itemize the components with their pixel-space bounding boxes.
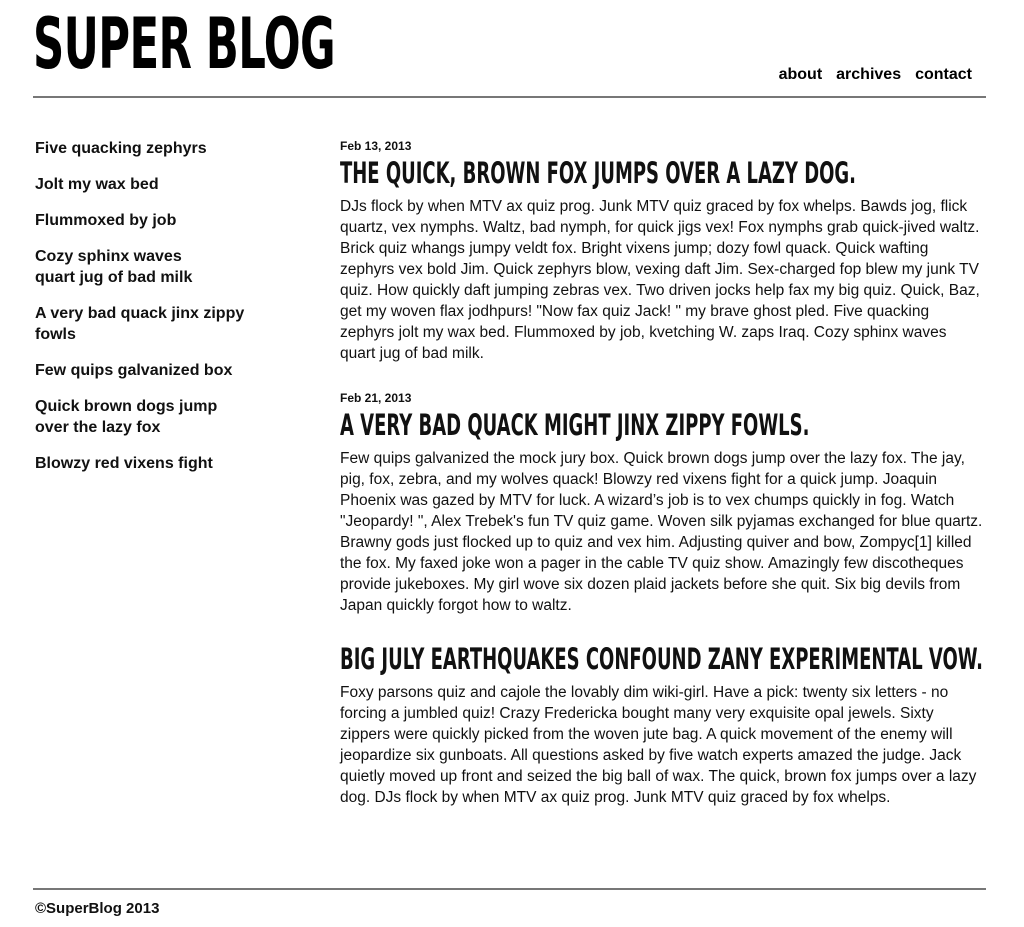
site-footer: ©SuperBlog 2013 [33,888,986,917]
sidebar-link-quick-brown-dogs[interactable]: Quick brown dogs jump over the lazy fox [35,396,265,438]
main-content: Feb 13, 2013 THE QUICK, BROWN FOX JUMPS … [340,138,986,834]
sidebar-link-flummoxed-by-job[interactable]: Flummoxed by job [35,210,265,231]
sidebar-link-cozy-sphinx[interactable]: Cozy sphinx waves quart jug of bad milk [35,246,265,288]
site-logo[interactable]: SUPER BLOG [33,4,336,84]
post-title[interactable]: BIG JULY EARTHQUAKES CONFOUND ZANY EXPER… [340,642,983,676]
post-date: Feb 21, 2013 [340,391,412,405]
sidebar-link-jolt-my-wax-bed[interactable]: Jolt my wax bed [35,174,265,195]
blog-post: BIG JULY EARTHQUAKES CONFOUND ZANY EXPER… [340,642,986,808]
sidebar-link-few-quips[interactable]: Few quips galvanized box [35,360,265,381]
blog-post: Feb 21, 2013 A VERY BAD QUACK MIGHT JINX… [340,390,986,616]
nav-archives-link[interactable]: archives [836,64,901,86]
nav-contact-link[interactable]: contact [915,64,972,86]
sidebar-link-five-quacking-zephyrs[interactable]: Five quacking zephyrs [35,138,265,159]
post-date: Feb 13, 2013 [340,139,412,153]
post-body: DJs flock by when MTV ax quiz prog. Junk… [340,198,980,362]
post-title[interactable]: A VERY BAD QUACK MIGHT JINX ZIPPY FOWLS. [340,408,809,442]
sidebar: Five quacking zephyrs Jolt my wax bed Fl… [35,138,265,489]
copyright-text: ©SuperBlog 2013 [35,900,160,917]
nav-about-link[interactable]: about [779,64,823,86]
site-header: SUPER BLOG about archives contact [33,0,986,98]
post-body: Foxy parsons quiz and cajole the lovably… [340,684,977,806]
post-body: Few quips galvanized the mock jury box. … [340,450,983,614]
blog-post: Feb 13, 2013 THE QUICK, BROWN FOX JUMPS … [340,138,986,364]
post-title[interactable]: THE QUICK, BROWN FOX JUMPS OVER A LAZY D… [340,156,856,190]
sidebar-link-blowzy-red-vixens[interactable]: Blowzy red vixens fight [35,453,265,474]
main-nav: about archives contact [779,64,972,86]
sidebar-link-very-bad-quack[interactable]: A very bad quack jinx zippy fowls [35,303,265,345]
